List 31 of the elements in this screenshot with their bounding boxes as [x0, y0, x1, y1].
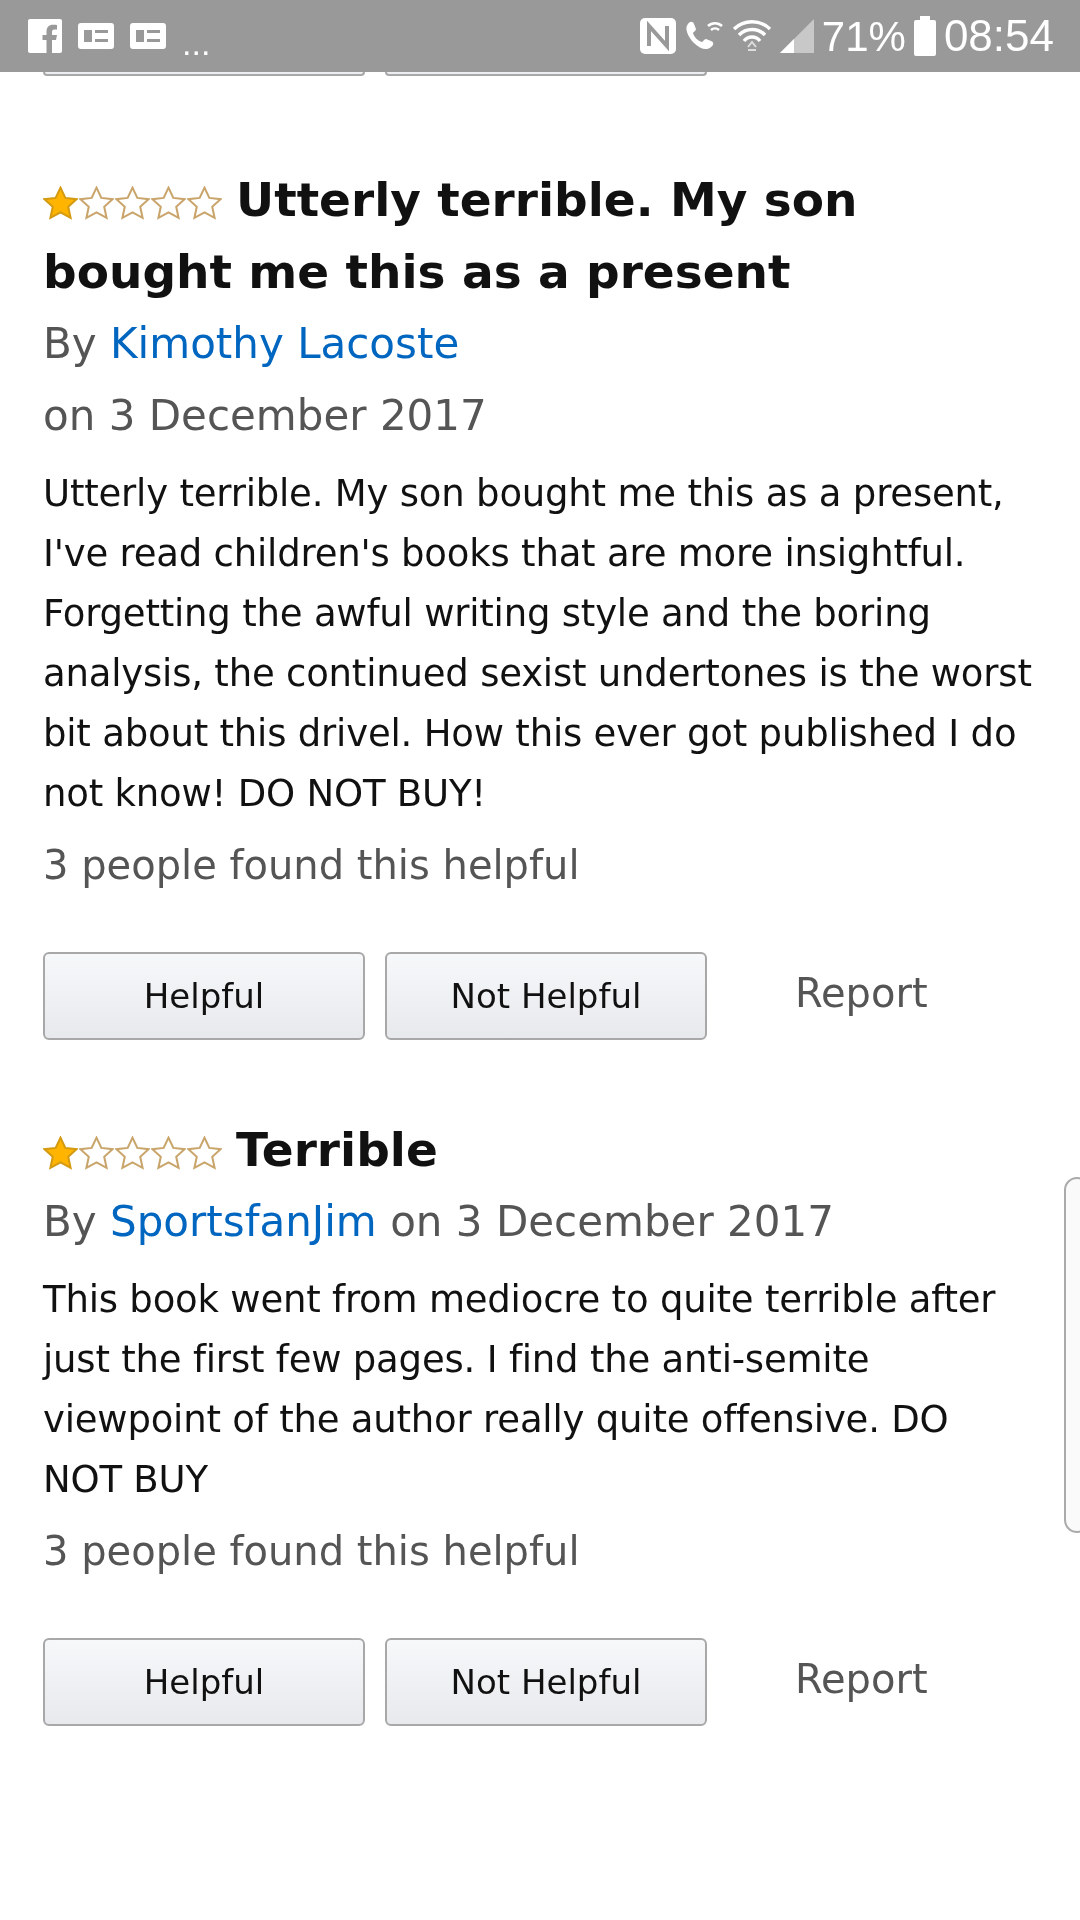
helpful-count: 3 people found this helpful [43, 842, 580, 888]
review-title: Terrible [43, 1114, 1037, 1186]
not-helpful-button[interactable]: Not Helpful [385, 1638, 707, 1726]
by-label: By [43, 319, 97, 368]
clock: 08:54 [943, 10, 1054, 62]
review-title: Utterly terrible. My son bought me this as a present [43, 171, 859, 301]
review-date: on 3 December 2017 [390, 1197, 834, 1246]
news-icon [78, 23, 114, 49]
button-edge[interactable] [43, 72, 365, 76]
signal-icon [779, 19, 814, 53]
battery-icon [913, 16, 936, 56]
review-text: Utterly terrible. My son bought me this as a present, I've read children's books that are more insightful. Forgetting the awful writing style and the boring analysis, the continued sexist undertones is the worst bit about this drivel. How this ever got published I do not know! DO NOT BUY! [43, 471, 1033, 817]
helpful-button[interactable]: Helpful [43, 1638, 365, 1726]
report-link[interactable]: Report [795, 1649, 928, 1709]
news-icon [130, 23, 166, 49]
button-edge[interactable] [385, 72, 707, 76]
author-link[interactable]: Kimothy Lacoste [110, 319, 460, 368]
facebook-icon [28, 19, 62, 53]
review-date: on 3 December 2017 [43, 391, 487, 440]
helpful-count: 3 people found this helpful [43, 1528, 580, 1574]
author-link[interactable]: SportsfanJim [110, 1197, 377, 1246]
more-notifications-text: ... [182, 26, 211, 60]
report-link[interactable]: Report [795, 963, 928, 1023]
by-label: By [43, 1197, 97, 1246]
helpful-button[interactable]: Helpful [43, 952, 365, 1040]
nfc-icon [639, 18, 676, 54]
filled-star-icon [43, 1136, 78, 1170]
battery-percent: 71% [821, 11, 906, 62]
filled-star-icon [43, 186, 78, 220]
not-helpful-button[interactable]: Not Helpful [385, 952, 707, 1040]
review-text: This book went from mediocre to quite terrible after just the first few pages. I find the anti-semite viewpoint of the author really quite offensive. DO NOT BUY [43, 1277, 997, 1503]
